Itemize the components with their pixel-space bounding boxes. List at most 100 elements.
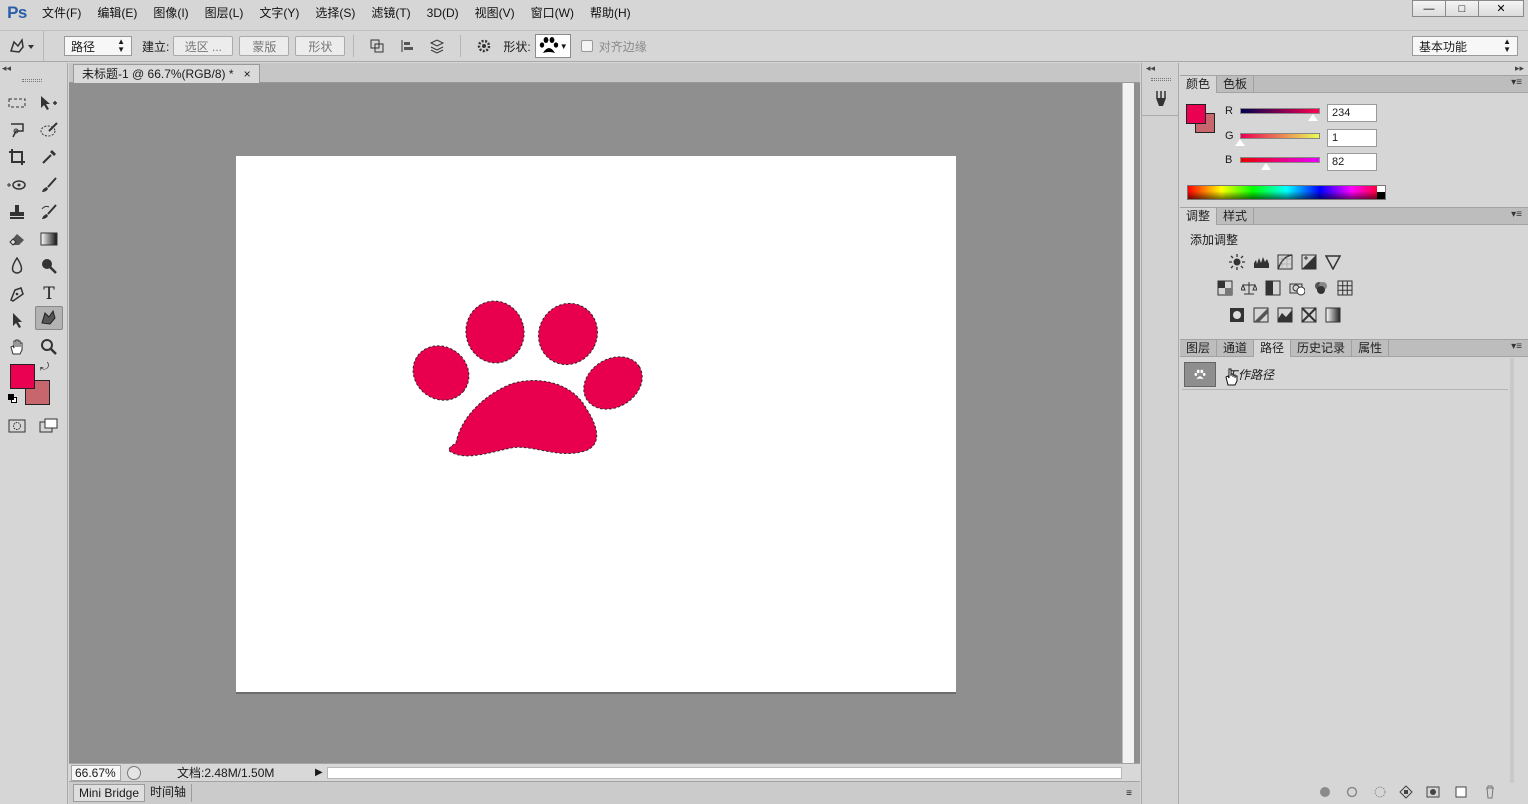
gradient-tool-icon[interactable] <box>36 227 62 251</box>
status-menu-arrow-icon[interactable]: ▶ <box>315 767 323 778</box>
menu-filter[interactable]: 滤镜(T) <box>363 0 418 26</box>
workspace-select[interactable]: 基本功能 ▲ ▼ <box>1412 36 1518 56</box>
tool-preset-picker[interactable] <box>0 31 44 61</box>
expand-arrows-icon[interactable]: ◂◂ <box>1146 63 1155 74</box>
path-operations-icon[interactable] <box>366 35 388 57</box>
paths-scrollbar[interactable] <box>1510 358 1514 783</box>
make-shape-button[interactable]: 形状 <box>295 36 346 56</box>
move-tool-icon[interactable] <box>36 91 62 115</box>
menu-view[interactable]: 视图(V) <box>467 0 523 26</box>
levels-icon[interactable] <box>1253 254 1269 270</box>
crop-tool-icon[interactable] <box>4 145 30 169</box>
screen-mode-icon[interactable] <box>36 414 62 438</box>
fill-path-icon[interactable] <box>1317 785 1333 799</box>
status-indicator-icon[interactable] <box>127 765 141 780</box>
tab-styles[interactable]: 样式 <box>1217 207 1255 225</box>
panel-menu-icon[interactable]: ▾≡ <box>1511 209 1522 220</box>
menu-layer[interactable]: 图层(L) <box>197 0 252 26</box>
red-value-input[interactable]: 234 <box>1327 104 1377 122</box>
make-selection-button[interactable]: 选区 ... <box>173 36 234 56</box>
document-info[interactable]: 文档:2.48M/1.50M <box>177 764 309 781</box>
quick-selection-tool-icon[interactable] <box>36 118 62 142</box>
photo-filter-icon[interactable] <box>1289 280 1305 296</box>
color-spectrum-bar[interactable] <box>1187 185 1386 200</box>
path-alignment-icon[interactable] <box>396 35 418 57</box>
tab-paths[interactable]: 路径 <box>1254 339 1292 357</box>
blur-tool-icon[interactable] <box>4 254 30 278</box>
pen-tool-icon[interactable] <box>4 282 30 306</box>
swap-colors-icon[interactable]: ⤾ <box>40 361 49 374</box>
eyedropper-tool-icon[interactable] <box>36 145 62 169</box>
blue-slider-thumb[interactable] <box>1261 163 1271 170</box>
new-path-icon[interactable] <box>1453 785 1469 799</box>
panel-menu-icon[interactable]: ≡ <box>1126 788 1132 799</box>
clone-stamp-tool-icon[interactable] <box>4 200 30 224</box>
add-mask-icon[interactable] <box>1425 785 1441 799</box>
red-slider[interactable]: R <box>1225 105 1320 117</box>
trash-icon[interactable] <box>1482 785 1498 799</box>
menu-3d[interactable]: 3D(D) <box>419 0 467 26</box>
tab-color[interactable]: 颜色 <box>1180 75 1218 93</box>
brush-presets-icon[interactable] <box>1150 87 1172 109</box>
panel-menu-icon[interactable]: ▾≡ <box>1511 77 1522 88</box>
path-selection-tool-icon[interactable] <box>4 308 30 332</box>
green-value-input[interactable]: 1 <box>1327 129 1377 147</box>
shape-picker[interactable]: ▼ <box>534 34 571 58</box>
menu-image[interactable]: 图像(I) <box>145 0 196 26</box>
maximize-button[interactable]: □ <box>1445 0 1479 17</box>
collapse-arrows-icon[interactable]: ◂◂ <box>2 63 11 74</box>
channel-mixer-icon[interactable] <box>1313 280 1329 296</box>
menu-edit[interactable]: 编辑(E) <box>89 0 145 26</box>
tab-properties[interactable]: 属性 <box>1352 339 1390 357</box>
threshold-icon[interactable] <box>1277 307 1293 323</box>
path-arrangement-icon[interactable] <box>426 35 448 57</box>
document-canvas[interactable] <box>236 156 956 692</box>
black-swatch[interactable] <box>1377 192 1385 199</box>
gear-icon[interactable] <box>473 35 495 57</box>
tab-channels[interactable]: 通道 <box>1217 339 1255 357</box>
menu-type[interactable]: 文字(Y) <box>251 0 307 26</box>
brush-tool-icon[interactable] <box>36 173 62 197</box>
exposure-icon[interactable] <box>1301 254 1317 270</box>
brightness-icon[interactable] <box>1229 254 1245 270</box>
eraser-tool-icon[interactable] <box>4 227 30 251</box>
dodge-tool-icon[interactable] <box>36 254 62 278</box>
color-lookup-icon[interactable] <box>1337 280 1353 296</box>
close-button[interactable]: ✕ <box>1478 0 1524 17</box>
tab-timeline[interactable]: 时间轴 <box>145 784 193 802</box>
black-white-icon[interactable] <box>1265 280 1281 296</box>
spot-healing-tool-icon[interactable] <box>4 173 30 197</box>
tab-mini-bridge[interactable]: Mini Bridge <box>73 784 146 802</box>
horizontal-scrollbar[interactable] <box>326 766 1122 779</box>
menu-select[interactable]: 选择(S) <box>307 0 363 26</box>
red-slider-thumb[interactable] <box>1308 114 1318 121</box>
hand-tool-icon[interactable] <box>4 335 30 359</box>
curves-icon[interactable] <box>1277 254 1293 270</box>
document-tab[interactable]: 未标题-1 @ 66.7%(RGB/8) * × <box>73 64 260 83</box>
panel-fg-swatch[interactable] <box>1186 104 1206 124</box>
make-work-path-icon[interactable] <box>1398 785 1414 799</box>
lasso-tool-icon[interactable] <box>4 118 30 142</box>
tab-layers[interactable]: 图层 <box>1180 339 1218 357</box>
color-balance-icon[interactable] <box>1241 280 1257 296</box>
green-slider-thumb[interactable] <box>1235 139 1245 146</box>
custom-shape-tool-icon[interactable] <box>35 306 63 330</box>
panel-menu-icon[interactable]: ▾≡ <box>1511 341 1522 352</box>
tab-swatches[interactable]: 色板 <box>1217 75 1255 93</box>
panel-grip[interactable] <box>22 79 42 82</box>
close-icon[interactable]: × <box>244 66 251 83</box>
selective-color-icon[interactable] <box>1301 307 1317 323</box>
blue-value-input[interactable]: 82 <box>1327 153 1377 171</box>
load-as-selection-icon[interactable] <box>1372 785 1388 799</box>
menu-file[interactable]: 文件(F) <box>34 0 89 26</box>
gradient-map-icon[interactable] <box>1325 307 1341 323</box>
history-brush-tool-icon[interactable] <box>36 200 62 224</box>
vibrance-icon[interactable] <box>1325 254 1341 270</box>
menu-help[interactable]: 帮助(H) <box>582 0 639 26</box>
vertical-scrollbar[interactable] <box>1122 83 1134 765</box>
blue-slider[interactable]: B <box>1225 154 1320 166</box>
stroke-path-icon[interactable] <box>1344 785 1360 799</box>
hue-saturation-icon[interactable] <box>1217 280 1233 296</box>
mode-select[interactable]: 路径 ▲ ▼ <box>64 36 132 56</box>
tab-adjustments[interactable]: 调整 <box>1180 207 1218 225</box>
